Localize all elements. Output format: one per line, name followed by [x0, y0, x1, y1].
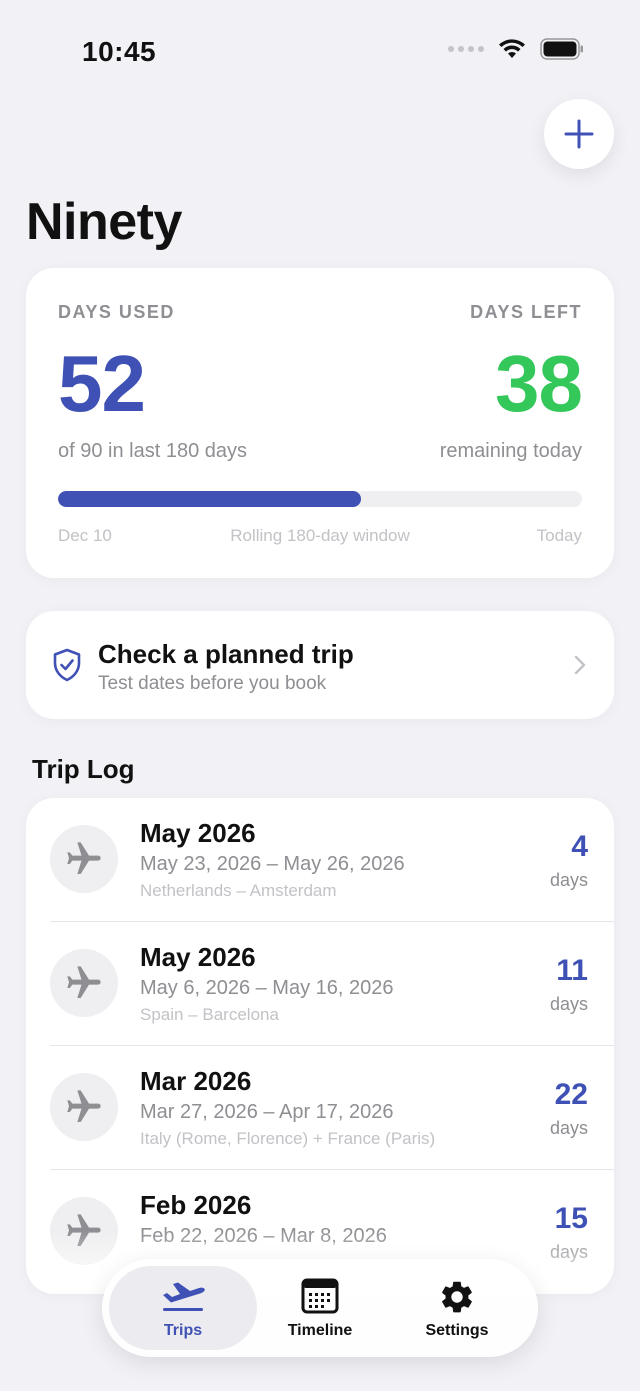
- trip-destination: Italy (Rome, Florence) + France (Paris): [140, 1129, 436, 1148]
- trip-date-range: May 23, 2026 – May 26, 2026: [140, 853, 405, 875]
- trip-month: Mar 2026: [140, 1066, 252, 1096]
- tab-trips[interactable]: Trips: [109, 1266, 257, 1350]
- airplane-icon: [50, 825, 118, 893]
- tab-label: Timeline: [287, 1322, 353, 1339]
- days-left-value: 38: [495, 339, 583, 428]
- status-time: 10:45: [82, 36, 157, 67]
- trip-log-list: May 2026 May 23, 2026 – May 26, 2026 Net…: [26, 798, 614, 1293]
- airplane-icon: [50, 949, 118, 1017]
- usage-progress-bar: [58, 491, 582, 507]
- plus-icon: [564, 119, 594, 149]
- add-trip-button[interactable]: [544, 99, 614, 169]
- trip-row[interactable]: May 2026 May 6, 2026 – May 16, 2026 Spai…: [26, 922, 614, 1046]
- trip-date-range: May 6, 2026 – May 16, 2026: [140, 977, 394, 999]
- usage-progress-fill: [58, 491, 361, 507]
- trip-days-label: days: [549, 1118, 588, 1138]
- trip-month: May 2026: [140, 818, 256, 848]
- tab-settings[interactable]: Settings: [383, 1266, 531, 1350]
- airplane-icon: [50, 1073, 118, 1141]
- trip-days-label: days: [549, 1242, 588, 1262]
- wifi-icon: [498, 38, 526, 60]
- tab-bar: Trips Timeline Settings: [102, 1259, 538, 1357]
- trip-days-count: 22: [554, 1078, 588, 1111]
- airplane-icon: [50, 1197, 118, 1265]
- cellular-signal-icon: [448, 46, 484, 52]
- days-used-value: 52: [58, 339, 146, 428]
- battery-icon: [540, 38, 584, 60]
- trip-days-count: 15: [554, 1202, 588, 1235]
- airplane-takeoff-icon: [159, 1278, 207, 1319]
- trip-month: May 2026: [140, 942, 256, 972]
- status-bar: 10:45: [0, 0, 640, 100]
- trip-destination: Netherlands – Amsterdam: [140, 881, 337, 900]
- page-title: Ninety: [26, 193, 182, 251]
- calendar-icon: [300, 1278, 340, 1319]
- tab-label: Settings: [425, 1322, 489, 1339]
- tab-label: Trips: [163, 1322, 203, 1339]
- check-trip-subtitle: Test dates before you book: [98, 673, 327, 694]
- trip-month: Feb 2026: [140, 1190, 252, 1220]
- chevron-right-icon: [574, 655, 586, 680]
- trip-days-label: days: [549, 994, 588, 1014]
- trip-row[interactable]: Mar 2026 Mar 27, 2026 – Apr 17, 2026 Ita…: [26, 1046, 614, 1170]
- status-icons: [448, 38, 584, 60]
- trip-row[interactable]: May 2026 May 23, 2026 – May 26, 2026 Net…: [26, 798, 614, 922]
- trip-date-range: Feb 22, 2026 – Mar 8, 2026: [140, 1225, 387, 1247]
- days-left-subtitle: remaining today: [439, 440, 582, 462]
- trip-destination: Spain – Barcelona: [140, 1005, 279, 1024]
- days-used-label: DAYS USED: [58, 302, 175, 322]
- tab-timeline[interactable]: Timeline: [246, 1266, 394, 1350]
- gear-icon: [438, 1278, 476, 1321]
- trip-date-range: Mar 27, 2026 – Apr 17, 2026: [140, 1101, 394, 1123]
- shield-check-icon: [52, 648, 82, 687]
- days-left-label: DAYS LEFT: [470, 302, 582, 322]
- check-trip-title: Check a planned trip: [98, 639, 354, 669]
- trip-days-count: 11: [556, 954, 588, 987]
- trip-days-count: 4: [571, 830, 588, 863]
- check-planned-trip-button[interactable]: Check a planned trip Test dates before y…: [26, 611, 614, 719]
- days-summary-card: DAYS USED DAYS LEFT 52 38 of 90 in last …: [26, 268, 614, 578]
- trip-days-label: days: [549, 870, 588, 890]
- trip-log-title: Trip Log: [32, 754, 135, 784]
- window-end-label: Today: [536, 526, 582, 545]
- days-used-subtitle: of 90 in last 180 days: [58, 440, 248, 462]
- window-label: Rolling 180-day window: [230, 526, 410, 545]
